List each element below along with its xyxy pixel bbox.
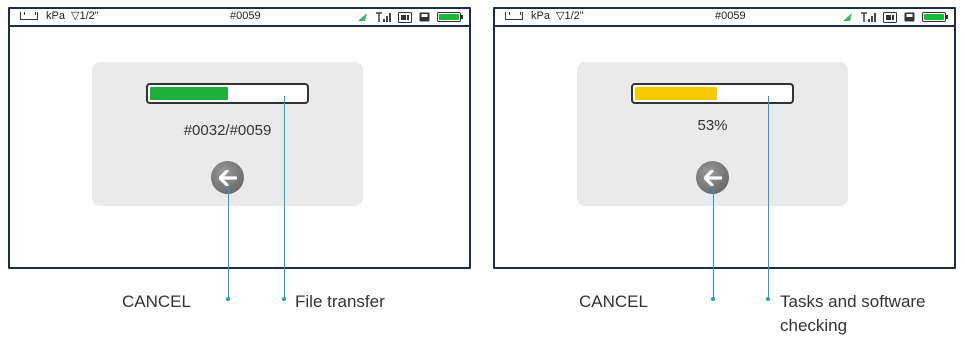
gps-icon <box>843 13 852 21</box>
battery-icon <box>437 12 463 22</box>
callout-dot-right-cancel <box>711 297 715 301</box>
label-left-cancel: CANCEL <box>122 292 191 311</box>
callout-line-left-transfer <box>284 96 285 299</box>
label-right-cancel: CANCEL <box>579 292 648 311</box>
status-bar: kPa ▽1/2" #0059 <box>10 9 469 27</box>
pressure-unit: kPa <box>46 10 65 22</box>
callout-line-right-cancel <box>713 188 714 299</box>
callout-line-left-cancel <box>228 188 229 299</box>
file-number: #0059 <box>715 10 746 22</box>
progress-fill <box>150 87 228 100</box>
transfer-panel: #0032/#0059 <box>92 62 363 206</box>
usb-icon <box>419 12 430 22</box>
device-screen-file-transfer: kPa ▽1/2" #0059 #0032/#0059 <box>8 7 471 269</box>
gauge-size: ▽1/2" <box>71 10 99 22</box>
file-number: #0059 <box>230 10 261 22</box>
label-file-transfer: File transfer <box>295 292 385 311</box>
label-tasks-line-1: Tasks and software <box>780 292 926 311</box>
signal-icon <box>376 11 391 22</box>
battery-icon <box>922 12 948 22</box>
check-panel: 53% <box>577 62 848 206</box>
gauge-size: ▽1/2" <box>556 10 584 22</box>
ruler-icon <box>20 12 38 20</box>
sd-card-icon <box>883 11 897 23</box>
callout-line-right-tasks <box>768 96 769 299</box>
sd-card-icon <box>398 11 412 23</box>
software-check-progress-bar <box>631 83 794 104</box>
progress-percent: 53% <box>697 117 728 134</box>
callout-dot-left-cancel <box>226 297 230 301</box>
callout-dot-left-transfer <box>282 297 286 301</box>
gps-icon <box>358 13 367 21</box>
ruler-icon <box>505 12 523 20</box>
status-bar: kPa ▽1/2" #0059 <box>495 9 954 27</box>
device-screen-software-check: kPa ▽1/2" #0059 53% <box>493 7 956 269</box>
back-arrow-icon <box>703 169 722 186</box>
progress-fill <box>635 87 718 100</box>
back-arrow-icon <box>218 169 237 186</box>
signal-icon <box>861 11 876 22</box>
callout-dot-right-tasks <box>766 297 770 301</box>
pressure-unit: kPa <box>531 10 550 22</box>
label-tasks-line-2: checking <box>780 316 848 335</box>
usb-icon <box>904 12 915 22</box>
file-counter: #0032/#0059 <box>183 122 272 139</box>
